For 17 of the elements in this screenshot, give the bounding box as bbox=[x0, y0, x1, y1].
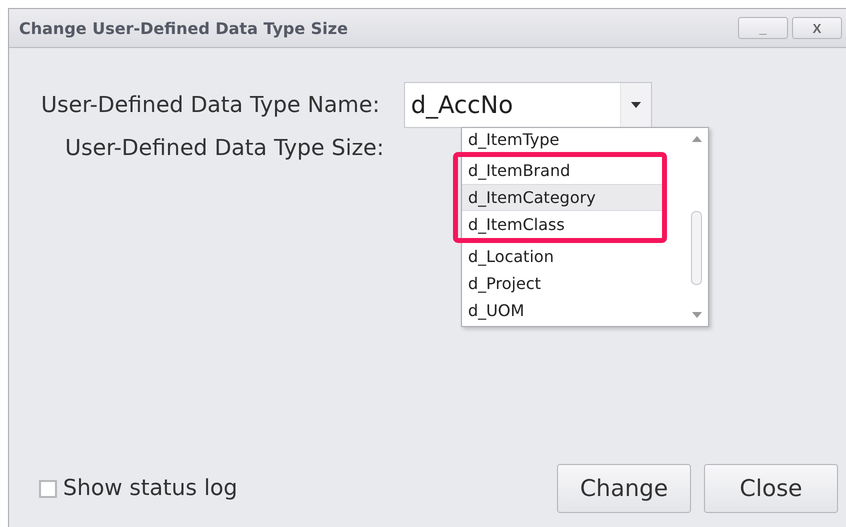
scroll-up-icon[interactable] bbox=[692, 136, 702, 142]
change-button[interactable]: Change bbox=[557, 464, 691, 513]
dropdown-arrow-icon bbox=[630, 102, 641, 108]
field-label: User-Defined Data Type Name: bbox=[41, 92, 380, 118]
checkbox[interactable] bbox=[39, 480, 57, 498]
dropdown-item[interactable]: d_ItemCategory bbox=[462, 184, 662, 211]
close-button[interactable]: X bbox=[792, 17, 842, 39]
dropdown-item[interactable]: d_ItemType bbox=[462, 128, 662, 152]
field-label: User-Defined Data Type Size: bbox=[65, 136, 384, 161]
close-button[interactable]: Close bbox=[704, 464, 838, 513]
type-name-combo[interactable]: d_AccNo bbox=[404, 82, 652, 128]
window-title: Change User-Defined Data Type Size bbox=[19, 18, 349, 38]
checkbox-label: Show status log bbox=[63, 476, 238, 501]
minimize-button[interactable]: _ bbox=[738, 17, 788, 39]
scroll-down-icon[interactable] bbox=[692, 312, 702, 318]
scroll-thumb[interactable] bbox=[691, 211, 702, 285]
scrollbar[interactable] bbox=[686, 128, 708, 326]
